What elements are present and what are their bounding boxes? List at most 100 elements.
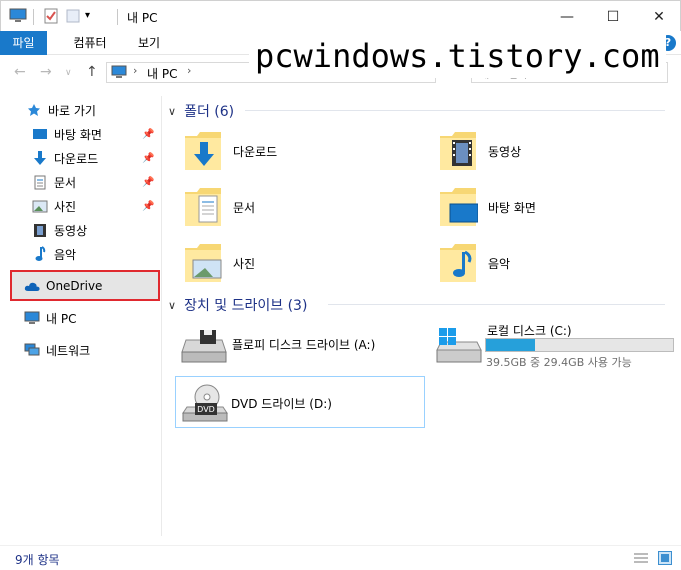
folder-label: 문서 xyxy=(233,200,256,215)
tab-computer[interactable]: 컴퓨터 xyxy=(60,31,120,55)
breadcrumb-chevron-icon[interactable]: › xyxy=(133,64,137,77)
pin-icon[interactable]: 📌 xyxy=(142,201,154,212)
nav-label: 동영상 xyxy=(54,223,88,238)
nav-item-videos[interactable]: 동영상 xyxy=(0,219,162,241)
large-icons-view-icon[interactable] xyxy=(658,551,672,568)
minimize-icon: — xyxy=(560,8,574,25)
music-icon xyxy=(32,246,48,262)
watermark: pcwindows.tistory.com xyxy=(249,34,666,78)
drive-dvd[interactable]: DVD DVD 드라이브 (D:) xyxy=(175,376,425,428)
nav-label: 문서 xyxy=(54,175,77,190)
drive-label: 로컬 디스크 (C:) xyxy=(487,324,572,338)
collapse-chevron-icon[interactable]: ∨ xyxy=(168,105,176,118)
nav-label: 다운로드 xyxy=(54,151,99,166)
nav-label: 음악 xyxy=(54,247,77,262)
folder-label: 음악 xyxy=(488,256,511,271)
drive-usage-bar xyxy=(485,338,674,352)
close-button[interactable]: ✕ xyxy=(636,1,681,32)
desktop-folder-icon xyxy=(438,184,479,231)
tab-file[interactable]: 파일 xyxy=(0,31,47,55)
forward-icon[interactable]: → xyxy=(40,64,52,80)
separator xyxy=(117,9,118,25)
collapse-chevron-icon[interactable]: ∨ xyxy=(168,299,176,312)
tab-view[interactable]: 보기 xyxy=(126,31,172,55)
nav-label: 사진 xyxy=(54,199,77,214)
folder-tile-desktop[interactable]: 바탕 화면 xyxy=(438,182,681,232)
pin-icon[interactable]: 📌 xyxy=(142,153,154,164)
pin-icon[interactable]: 📌 xyxy=(142,177,154,188)
nav-item-documents[interactable]: 문서 📌 xyxy=(0,171,162,193)
folder-tile-documents[interactable]: 문서 xyxy=(183,182,433,232)
content-pane: ∨ 폴더 (6) 다운로드 동영상 문서 바탕 화면 사진 음악 ∨ 장치 및 … xyxy=(163,96,681,536)
computer-icon xyxy=(111,65,127,82)
recent-locations-icon[interactable]: ∨ xyxy=(65,68,72,78)
nav-label: 바로 가기 xyxy=(48,103,96,118)
nav-label: 내 PC xyxy=(46,311,77,326)
separator xyxy=(33,9,34,25)
nav-label: 바탕 화면 xyxy=(54,127,102,142)
local-disk-icon xyxy=(435,328,483,369)
document-folder-icon xyxy=(183,184,223,231)
picture-icon xyxy=(32,198,48,214)
folder-tile-music[interactable]: 음악 xyxy=(438,238,681,288)
nav-item-desktop[interactable]: 바탕 화면 📌 xyxy=(0,123,162,145)
video-icon xyxy=(32,222,48,238)
desktop-icon xyxy=(32,126,48,142)
floppy-drive-icon xyxy=(180,326,228,367)
drive-label: 플로피 디스크 드라이브 (A:) xyxy=(232,338,376,352)
up-icon[interactable]: ↑ xyxy=(86,64,98,80)
computer-icon[interactable] xyxy=(9,8,27,27)
navigation-pane: 바로 가기 바탕 화면 📌 다운로드 📌 문서 📌 사진 📌 동영상 음악 On… xyxy=(0,96,162,536)
breadcrumb[interactable]: 내 PC xyxy=(147,65,177,82)
download-icon xyxy=(32,150,48,166)
network-icon xyxy=(24,342,40,358)
nav-item-network[interactable]: 네트워크 xyxy=(0,339,162,361)
group-header-label: 폴더 (6) xyxy=(184,104,235,120)
folder-label: 동영상 xyxy=(488,144,522,159)
folder-label: 사진 xyxy=(233,256,256,271)
document-icon xyxy=(32,174,48,190)
nav-item-music[interactable]: 음악 xyxy=(0,243,162,265)
folder-tile-videos[interactable]: 동영상 xyxy=(438,126,681,176)
drive-label: DVD 드라이브 (D:) xyxy=(231,397,332,411)
maximize-button[interactable]: ☐ xyxy=(590,1,636,32)
nav-item-downloads[interactable]: 다운로드 📌 xyxy=(0,147,162,169)
details-view-icon[interactable] xyxy=(634,552,648,567)
folder-label: 다운로드 xyxy=(233,144,278,159)
group-header-drives[interactable]: ∨ 장치 및 드라이브 (3) xyxy=(168,295,307,315)
properties-icon[interactable] xyxy=(43,8,59,27)
drive-local-c[interactable]: 로컬 디스크 (C:) 39.5GB 중 29.4GB 사용 가능 xyxy=(430,318,680,370)
close-icon: ✕ xyxy=(653,8,665,25)
title-bar: ▾ 내 PC — ☐ ✕ xyxy=(0,0,681,31)
nav-item-onedrive[interactable]: OneDrive xyxy=(0,275,162,297)
nav-item-this-pc[interactable]: 내 PC xyxy=(0,307,162,329)
folder-tile-pictures[interactable]: 사진 xyxy=(183,238,433,288)
folder-label: 바탕 화면 xyxy=(488,200,536,215)
cloud-icon xyxy=(24,278,40,294)
breadcrumb-chevron-icon[interactable]: › xyxy=(187,64,191,77)
group-divider xyxy=(328,304,665,305)
picture-folder-icon xyxy=(183,240,223,287)
download-folder-icon xyxy=(183,128,223,175)
nav-quick-access[interactable]: 바로 가기 xyxy=(0,99,162,121)
back-icon[interactable]: ← xyxy=(14,64,26,80)
folder-tile-downloads[interactable]: 다운로드 xyxy=(183,126,433,176)
svg-text:DVD: DVD xyxy=(197,405,215,414)
minimize-button[interactable]: — xyxy=(544,1,590,32)
drive-size-text: 39.5GB 중 29.4GB 사용 가능 xyxy=(486,356,632,369)
nav-item-pictures[interactable]: 사진 📌 xyxy=(0,195,162,217)
new-folder-icon[interactable] xyxy=(65,8,81,27)
window-title: 내 PC xyxy=(127,11,158,25)
video-folder-icon xyxy=(438,128,478,175)
group-header-folders[interactable]: ∨ 폴더 (6) xyxy=(168,101,234,121)
star-icon xyxy=(26,102,42,118)
dvd-drive-icon: DVD xyxy=(181,383,229,426)
drive-usage-fill xyxy=(486,339,535,351)
drive-floppy[interactable]: 플로피 디스크 드라이브 (A:) xyxy=(175,318,425,370)
group-header-label: 장치 및 드라이브 (3) xyxy=(184,298,308,314)
customize-quick-access-icon[interactable]: ▾ xyxy=(85,10,90,21)
item-count: 9개 항목 xyxy=(15,553,60,567)
nav-label: 네트워크 xyxy=(46,343,91,358)
pin-icon[interactable]: 📌 xyxy=(142,129,154,140)
music-folder-icon xyxy=(438,240,478,287)
